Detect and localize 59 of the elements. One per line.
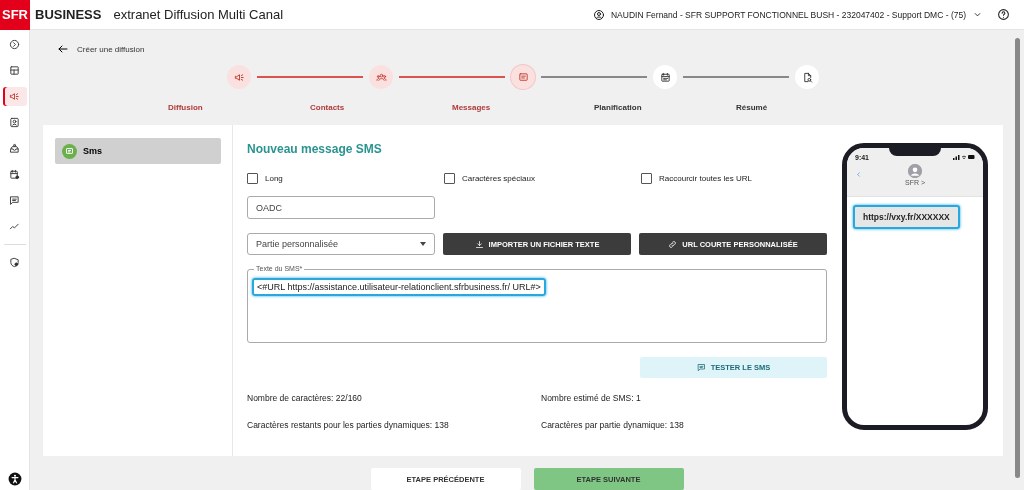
step-label: Planification bbox=[594, 103, 642, 112]
checkbox[interactable] bbox=[444, 172, 455, 184]
channel-item[interactable]: Sms bbox=[55, 138, 221, 164]
calendar-icon bbox=[9, 169, 20, 180]
shield-icon bbox=[9, 257, 20, 268]
message-icon bbox=[517, 71, 529, 83]
play-circle-icon bbox=[9, 39, 20, 50]
stat-text: Caractères restants pour les parties dynamiques: 138 bbox=[247, 420, 449, 430]
logo: SFR bbox=[0, 0, 30, 30]
step-label: Contacts bbox=[310, 103, 345, 112]
sms-text: <#URL https://assistance.utilisateur-relationclient.sfrbusiness.fr/ URL#> bbox=[252, 278, 546, 296]
chat-icon bbox=[9, 195, 20, 206]
phone-notch bbox=[889, 148, 941, 156]
step-label: Diffusion bbox=[168, 103, 203, 112]
checkbox[interactable] bbox=[247, 172, 258, 184]
contact-card-icon bbox=[9, 117, 20, 128]
scrollbar[interactable] bbox=[1015, 38, 1020, 478]
megaphone-icon bbox=[233, 71, 245, 83]
trend-icon bbox=[9, 221, 20, 232]
form-title: Nouveau message SMS bbox=[247, 142, 382, 156]
chat-icon bbox=[62, 143, 77, 159]
checkbox-label: Raccourcir toutes les URL bbox=[659, 173, 752, 183]
step-indicator[interactable] bbox=[795, 65, 819, 89]
inbox-icon bbox=[9, 143, 20, 154]
oadc-field[interactable]: OADC bbox=[247, 196, 435, 219]
help-icon bbox=[997, 8, 1010, 21]
stat-text: Nombre de caractères: 22/160 bbox=[247, 393, 362, 403]
stat-text: Nombre estimé de SMS: 1 bbox=[541, 393, 641, 403]
message-bubble: https://vxy.fr/XXXXXX bbox=[853, 205, 960, 229]
back-button[interactable] bbox=[57, 43, 69, 55]
page-title: Créer une diffusion bbox=[77, 44, 145, 54]
document-search-icon bbox=[801, 71, 813, 83]
nav-item[interactable] bbox=[2, 87, 27, 106]
megaphone-icon bbox=[9, 91, 20, 102]
people-icon bbox=[375, 71, 387, 83]
step-label: Résumé bbox=[736, 103, 768, 112]
user-icon bbox=[592, 8, 605, 21]
back-chevron-icon bbox=[855, 171, 862, 178]
app-title: extranet Diffusion Multi Canal bbox=[113, 7, 284, 22]
signal-battery-icon bbox=[953, 154, 975, 160]
download-icon bbox=[474, 239, 484, 249]
step-indicator[interactable] bbox=[653, 65, 677, 89]
user-menu[interactable]: NAUDIN Fernand - SFR SUPPORT FONCTIONNEL BUSH - 232047402 - Support DMC - (75) bbox=[610, 9, 966, 20]
checkbox-label: Caractères spéciaux bbox=[462, 173, 535, 183]
dashboard-icon bbox=[9, 65, 20, 76]
chat-icon bbox=[696, 363, 706, 372]
accessibility-icon[interactable] bbox=[7, 472, 22, 486]
arrow-left-icon bbox=[57, 43, 69, 55]
calendar-icon bbox=[659, 71, 671, 83]
checkbox-label: Long bbox=[265, 173, 283, 183]
custom-part-dropdown[interactable]: Partie personnalisée bbox=[247, 233, 435, 255]
checkbox[interactable] bbox=[641, 172, 652, 184]
avatar-icon bbox=[908, 164, 922, 178]
step-label: Messages bbox=[452, 103, 491, 112]
step-indicator[interactable] bbox=[227, 65, 251, 89]
stat-text: Caractères par partie dynamique: 138 bbox=[541, 420, 684, 430]
link-icon bbox=[668, 239, 678, 249]
brand-name: BUSINESS bbox=[35, 7, 102, 22]
step-indicator[interactable] bbox=[369, 65, 393, 89]
